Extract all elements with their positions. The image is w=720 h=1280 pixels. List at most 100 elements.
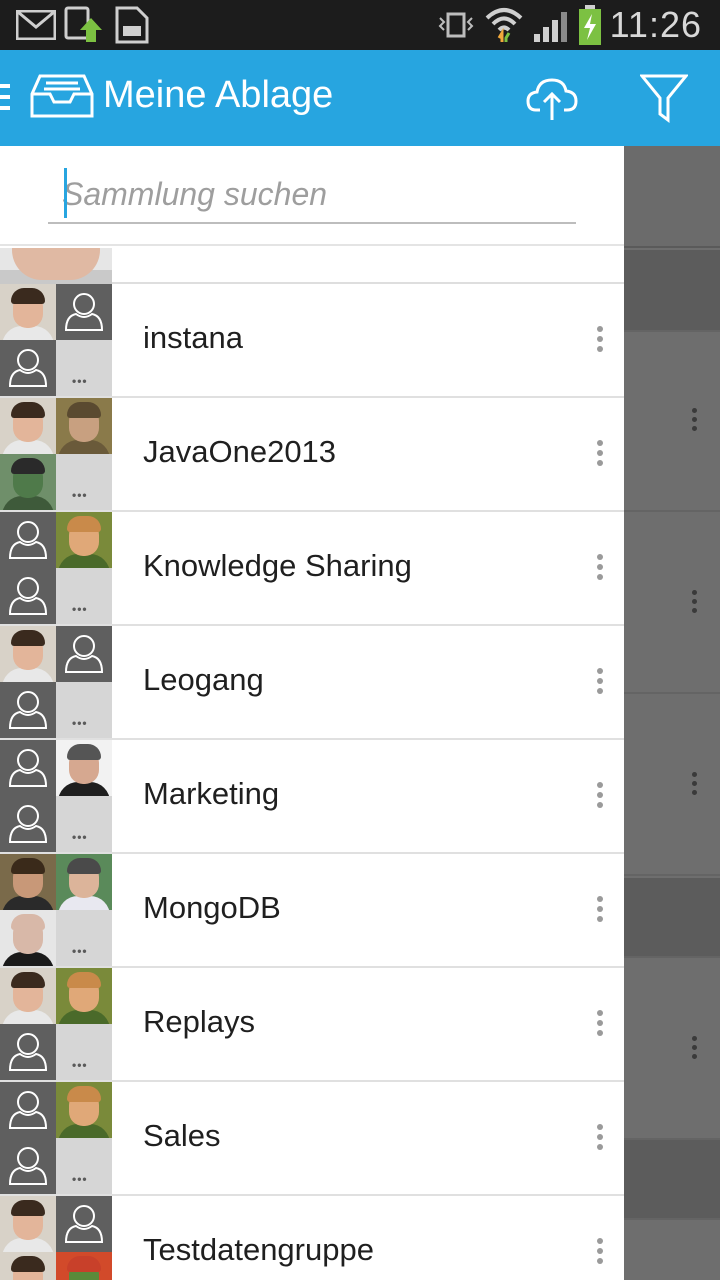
battery-charging-icon	[579, 5, 601, 45]
overflow-menu-icon[interactable]	[590, 440, 610, 470]
status-bar: 11:26	[0, 0, 720, 50]
page-title: Meine Ablage	[103, 74, 334, 116]
menu-icon[interactable]	[0, 84, 10, 114]
collection-item[interactable]: ••• Knowledge Sharing	[0, 512, 624, 626]
overflow-menu-icon[interactable]	[590, 668, 610, 698]
upload-cloud-icon[interactable]	[526, 72, 578, 124]
person-placeholder-icon	[56, 284, 112, 340]
person-placeholder-icon	[0, 1138, 56, 1194]
collection-item[interactable]: ••• Marketing	[0, 740, 624, 854]
more-members-icon: •••	[56, 796, 112, 852]
collection-name: Replays	[143, 1004, 255, 1039]
avatar	[56, 1082, 112, 1138]
collection-item[interactable]: ••• instana	[0, 284, 624, 398]
collection-name: MongoDB	[143, 890, 281, 925]
list-item-partial[interactable]	[0, 248, 624, 284]
app-bar: Meine Ablage	[0, 50, 720, 146]
filter-icon[interactable]	[640, 72, 688, 124]
more-members-icon: •••	[56, 1138, 112, 1194]
overflow-menu-icon[interactable]	[590, 1010, 610, 1040]
overflow-menu-icon[interactable]	[590, 554, 610, 584]
background-header	[624, 1140, 720, 1220]
member-collage: •••	[0, 1082, 112, 1194]
collection-name: Knowledge Sharing	[143, 548, 412, 583]
person-placeholder-icon	[0, 740, 56, 796]
person-placeholder-icon	[0, 1024, 56, 1080]
person-placeholder-icon	[56, 1196, 112, 1252]
avatar	[0, 398, 56, 454]
overflow-menu-icon[interactable]	[590, 896, 610, 926]
person-placeholder-icon	[0, 340, 56, 396]
person-placeholder-icon	[0, 796, 56, 852]
tray-icon[interactable]	[30, 74, 94, 120]
background-header	[624, 250, 720, 332]
background-header	[624, 878, 720, 958]
collection-item[interactable]: ••• MongoDB	[0, 854, 624, 968]
more-members-icon: •••	[56, 910, 112, 966]
person-placeholder-icon	[0, 1082, 56, 1138]
avatar	[0, 968, 56, 1024]
wifi-icon	[485, 8, 523, 42]
overflow-menu-icon[interactable]	[590, 326, 610, 356]
more-members-icon: •••	[56, 340, 112, 396]
background-row	[624, 332, 720, 512]
collection-name: JavaOne2013	[143, 434, 337, 469]
collection-item[interactable]: ••• Sales	[0, 1082, 624, 1196]
background-row	[624, 514, 720, 694]
background-search-area	[624, 146, 720, 248]
text-cursor	[64, 168, 67, 218]
background-overflow-icon	[692, 772, 698, 799]
avatar	[0, 454, 56, 510]
avatar	[56, 740, 112, 796]
background-overflow-icon	[692, 590, 698, 617]
member-collage: •••	[0, 854, 112, 966]
search-area	[0, 146, 624, 246]
collection-list: ••• instana ••• JavaOne2013 ••• Knowledge Sha…	[0, 284, 624, 1280]
avatar	[0, 626, 56, 682]
avatar	[0, 854, 56, 910]
signal-icon	[534, 12, 567, 42]
collection-item[interactable]: ••• Leogang	[0, 626, 624, 740]
collection-name: instana	[143, 320, 243, 355]
background-overflow-icon	[692, 408, 698, 435]
avatar	[0, 284, 56, 340]
gmail-icon	[16, 10, 56, 40]
person-placeholder-icon	[0, 512, 56, 568]
more-members-icon: •••	[56, 454, 112, 510]
avatar	[56, 854, 112, 910]
vibrate-icon	[438, 12, 474, 38]
avatar	[56, 1252, 112, 1280]
member-collage	[0, 1196, 112, 1280]
collection-name: Marketing	[143, 776, 280, 811]
member-collage: •••	[0, 626, 112, 738]
background-row	[624, 696, 720, 876]
collection-item[interactable]: ••• JavaOne2013	[0, 398, 624, 512]
avatar	[56, 968, 112, 1024]
more-members-icon: •••	[56, 682, 112, 738]
overflow-menu-icon[interactable]	[590, 782, 610, 812]
overflow-menu-icon[interactable]	[590, 1124, 610, 1154]
sd-card-icon	[115, 6, 149, 44]
more-members-icon: •••	[56, 1024, 112, 1080]
collection-name: Leogang	[143, 662, 264, 697]
more-members-icon: •••	[56, 568, 112, 624]
member-collage: •••	[0, 398, 112, 510]
overflow-menu-icon[interactable]	[590, 1238, 610, 1268]
collection-item[interactable]: Testdatengruppe	[0, 1196, 624, 1280]
person-placeholder-icon	[56, 626, 112, 682]
collection-item[interactable]: ••• Replays	[0, 968, 624, 1082]
avatar	[0, 910, 56, 966]
avatar	[0, 1252, 56, 1280]
member-collage: •••	[0, 740, 112, 852]
person-placeholder-icon	[0, 568, 56, 624]
person-placeholder-icon	[0, 682, 56, 738]
avatar	[0, 1196, 56, 1252]
avatar	[0, 248, 112, 284]
avatar	[56, 512, 112, 568]
collection-name: Testdatengruppe	[143, 1232, 374, 1267]
background-overflow-icon	[692, 1036, 698, 1063]
avatar	[56, 398, 112, 454]
background-row	[624, 958, 720, 1140]
search-input[interactable]	[48, 166, 576, 224]
clock: 11:26	[609, 4, 702, 45]
